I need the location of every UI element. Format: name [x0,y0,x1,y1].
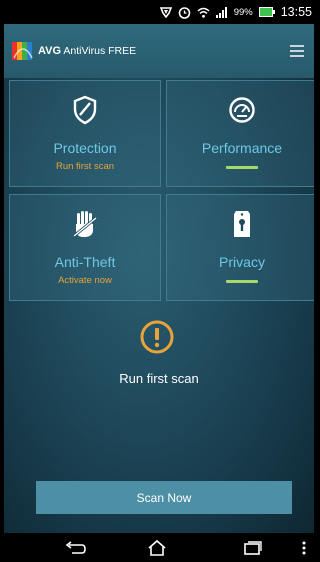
scan-now-button[interactable]: Scan Now [36,481,292,514]
navigation-bar [0,533,318,562]
alert-message: Run first scan [119,371,199,386]
avg-logo-icon [12,42,33,60]
tile-performance[interactable]: Performance [166,80,314,187]
app-header: AVG AntiVirus FREE [4,24,314,78]
hand-stop-icon [71,208,99,240]
status-bar: 99% 13:55 [0,0,318,24]
more-icon[interactable] [299,538,309,558]
signal-icon [215,6,228,18]
tile-anti-theft[interactable]: Anti-Theft Activate now [9,194,161,301]
app-brand: AVG [38,45,62,57]
wifi-icon [197,7,210,18]
tile-performance-label: Performance [201,140,283,156]
tile-protection-status: Run first scan [55,161,115,172]
clock: 13:55 [280,5,312,19]
battery-percent: 99% [233,6,253,18]
shield-status-icon [159,6,172,18]
tile-protection-label: Protection [53,140,117,156]
privacy-status-bar [226,280,258,283]
exclamation-circle-icon [140,320,174,354]
lock-tag-icon [232,208,252,240]
recent-apps-icon[interactable] [240,538,266,558]
hamburger-menu-icon[interactable] [290,45,304,57]
battery-icon [258,7,275,17]
phone-screen: 99% 13:55 AVG AntiVirus FREE Protection … [0,0,318,562]
app-title: AVG AntiVirus FREE [38,45,136,57]
speedometer-icon [228,94,256,126]
home-icon[interactable] [144,538,170,558]
alarm-icon [178,6,191,19]
shield-slash-icon [72,94,98,126]
app-main: AVG AntiVirus FREE Protection Run first … [4,24,314,533]
app-logo: AVG AntiVirus FREE [12,42,136,60]
tile-anti-theft-status: Activate now [58,275,112,286]
app-product: AntiVirus FREE [63,45,137,57]
back-icon[interactable] [62,538,88,558]
tile-privacy-label: Privacy [219,254,265,270]
performance-status-bar [226,166,258,169]
tile-anti-theft-label: Anti-Theft [54,254,116,270]
tile-protection[interactable]: Protection Run first scan [9,80,161,187]
tile-privacy[interactable]: Privacy [166,194,314,301]
